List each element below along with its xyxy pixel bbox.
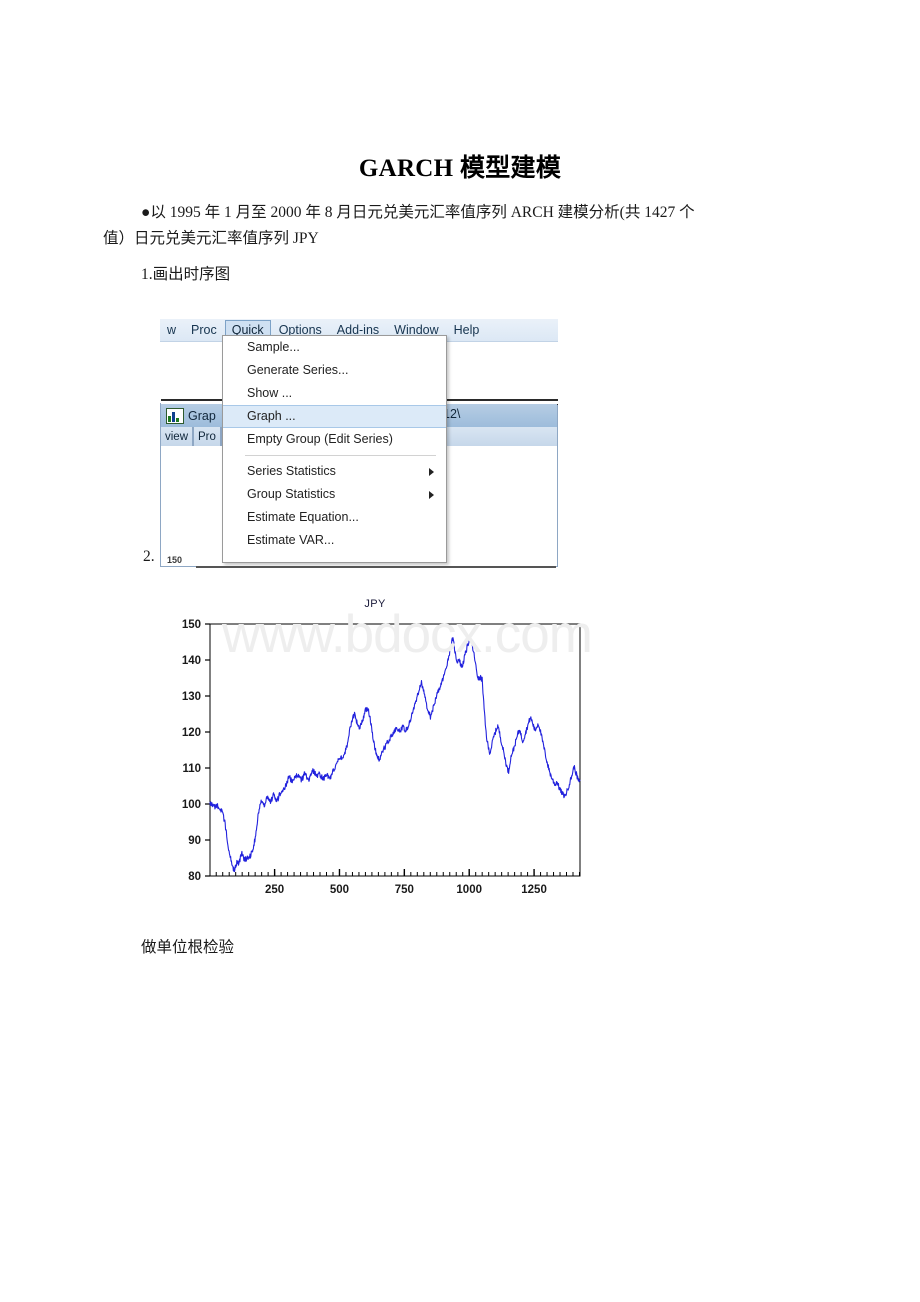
menu-item-series-statistics[interactable]: Series Statistics [223,460,446,483]
svg-text:1250: 1250 [521,884,547,896]
svg-text:130: 130 [182,691,201,703]
svg-text:100: 100 [182,799,201,811]
document-page: GARCH 模型建模 ●以 1995 年 1 月至 2000 年 8 月日元兑美… [0,0,920,1302]
paragraph-intro-line2: 值）日元兑美元汇率值序列 JPY [103,230,319,247]
chart-title: JPY [364,598,386,610]
submenu-arrow-icon [429,467,434,476]
ghost-axis-rule [196,566,556,568]
menu-item-show[interactable]: Show ... [223,382,446,405]
svg-text:90: 90 [188,835,201,847]
page-title: GARCH 模型建模 [358,155,562,182]
ghost-axis-label: 150 [167,555,183,565]
menu-item-group-statistics-label: Group Statistics [247,487,336,501]
menu-item-sample[interactable]: Sample... [223,336,446,359]
menubar-item-help[interactable]: Help [447,320,487,340]
menu-item-series-statistics-label: Series Statistics [247,464,336,478]
svg-text:1000: 1000 [456,884,482,896]
menubar-item-proc[interactable]: Proc [184,320,224,340]
menu-item-generate-series[interactable]: Generate Series... [223,359,446,382]
submenu-arrow-icon [429,490,434,499]
menubar-item-view[interactable]: w [160,320,183,340]
toolbar-button-view[interactable]: view [161,427,194,446]
svg-text:750: 750 [395,884,414,896]
menu-separator [245,455,436,456]
svg-text:80: 80 [188,871,201,883]
svg-text:120: 120 [182,727,201,739]
menu-item-estimate-var[interactable]: Estimate VAR... [223,529,446,552]
object-window-title: Grap [188,408,216,423]
toolbar-button-proc[interactable]: Pro [193,427,221,446]
menu-item-empty-group[interactable]: Empty Group (Edit Series) [223,428,446,451]
menu-item-graph[interactable]: Graph ... [223,405,446,428]
paragraph-step-1: 1.画出时序图 [141,266,231,283]
menu-item-group-statistics[interactable]: Group Statistics [223,483,446,506]
svg-text:110: 110 [182,763,201,775]
graph-icon [166,407,184,424]
svg-text:150: 150 [182,619,201,631]
jpy-chart: JPY 80 90 100 110 120 130 140 150 250 500 750 1000 1… [160,598,590,908]
svg-text:500: 500 [330,884,349,896]
svg-text:250: 250 [265,884,284,896]
paragraph-intro-line1: ●以 1995 年 1 月至 2000 年 8 月日元兑美元汇率值序列 ARCH… [141,204,695,221]
svg-text:140: 140 [182,655,201,667]
eviews-screenshot: w Proc Quick Options Add-ins Window Help… [160,319,558,567]
paragraph-step-next: 做单位根检验 [141,939,235,956]
menu-item-estimate-equation[interactable]: Estimate Equation... [223,506,446,529]
chart-svg: 80 90 100 110 120 130 140 150 250 500 750 1000 1250 [182,619,581,896]
list-marker-2: 2. [143,548,155,565]
quick-dropdown-menu[interactable]: Sample... Generate Series... Show ... Gr… [222,335,447,563]
